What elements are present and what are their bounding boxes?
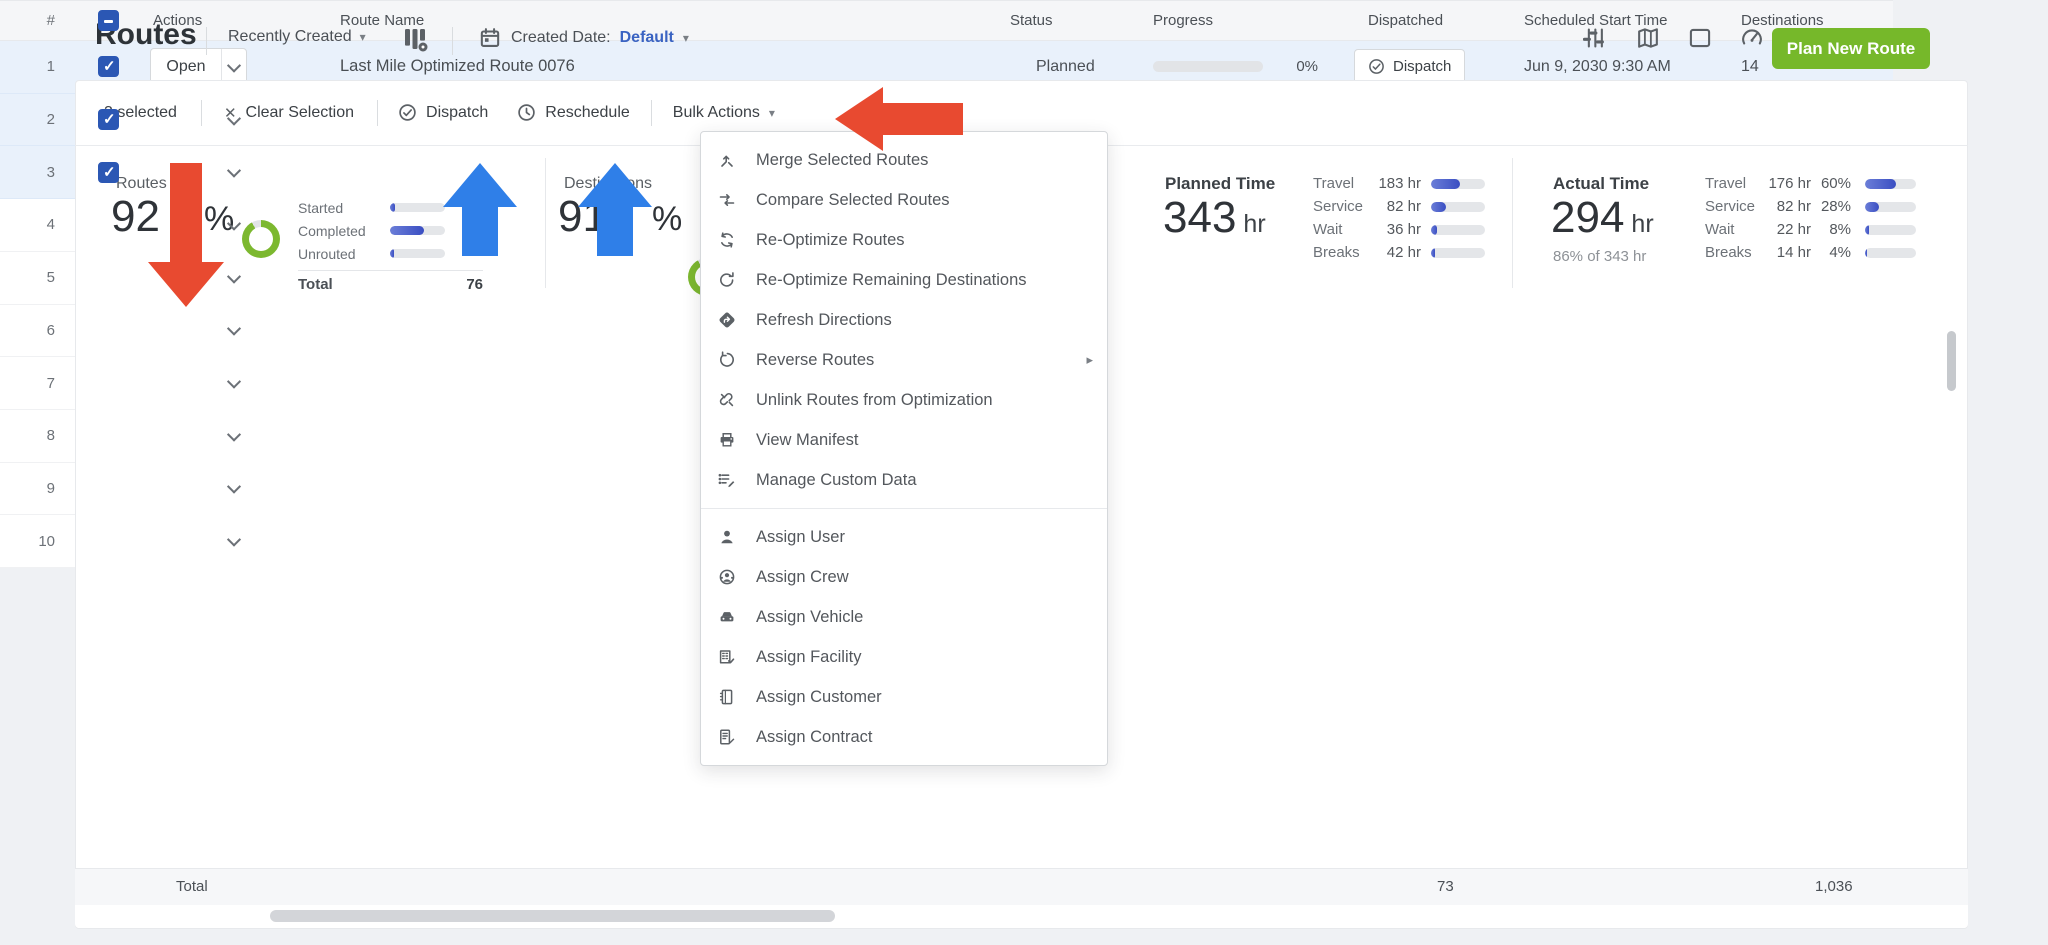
- merge-icon: [721, 155, 733, 167]
- user-icon: [721, 530, 733, 544]
- row-number: 8: [46, 427, 55, 445]
- menu-item-manage-custom-data[interactable]: Manage Custom Data: [701, 460, 1107, 500]
- submenu-caret-icon: ▸: [1086, 352, 1093, 367]
- legend-label: Started: [298, 199, 344, 216]
- row-number: 3: [46, 163, 55, 181]
- compare-icon: [719, 194, 735, 206]
- routes-stat-label: Routes: [116, 175, 167, 192]
- menu-item-unlink-routes[interactable]: Unlink Routes from Optimization: [701, 380, 1107, 420]
- column-settings-button[interactable]: [400, 24, 430, 54]
- custom-data-icon: [718, 473, 735, 488]
- total-destinations: 1,036: [1815, 878, 1853, 895]
- calendar-icon: [480, 28, 500, 47]
- clear-selection-button[interactable]: ✕ Clear Selection: [224, 104, 354, 122]
- vertical-scrollbar-thumb[interactable]: [1947, 331, 1956, 391]
- row-number: 6: [46, 321, 55, 339]
- top-header: Routes Recently Created ▾ Created Date: …: [0, 0, 2048, 80]
- panel-icon[interactable]: [1687, 25, 1713, 51]
- legend-label: Completed: [298, 222, 366, 239]
- crew-icon: [719, 569, 735, 585]
- menu-item-merge-selected-routes[interactable]: Merge Selected Routes: [701, 140, 1107, 180]
- row-checkbox[interactable]: [98, 161, 119, 183]
- created-date-filter[interactable]: Created Date: Default ▾: [478, 26, 689, 50]
- menu-item-assign-contract[interactable]: Assign Contract: [701, 717, 1107, 757]
- reschedule-button[interactable]: Reschedule: [517, 103, 630, 122]
- vehicle-icon: [720, 612, 734, 622]
- gauge-icon[interactable]: [1739, 25, 1765, 51]
- map-icon[interactable]: [1635, 25, 1661, 51]
- sort-dropdown-label: Recently Created: [228, 28, 352, 45]
- check-circle-icon: [399, 104, 416, 121]
- menu-item-view-manifest[interactable]: View Manifest: [701, 420, 1107, 460]
- menu-item-compare-selected-routes[interactable]: Compare Selected Routes: [701, 180, 1107, 220]
- created-date-value: Default: [619, 29, 674, 46]
- destinations-stat-value: 91: [558, 192, 607, 241]
- row-number: 4: [46, 216, 55, 234]
- horizontal-scrollbar-thumb[interactable]: [270, 910, 835, 922]
- divider: [377, 99, 379, 126]
- routes-stat-value: 92: [111, 192, 160, 241]
- menu-item-reverse-routes[interactable]: Reverse Routes ▸: [701, 340, 1107, 380]
- refresh-directions-icon: [719, 312, 735, 328]
- divider: [206, 27, 207, 55]
- created-date-label: Created Date:: [511, 29, 611, 46]
- chevron-down-icon: ▾: [682, 31, 689, 45]
- menu-item-assign-facility[interactable]: Assign Facility: [701, 637, 1107, 677]
- planned-time-label: Planned Time: [1165, 174, 1276, 193]
- row-number: 5: [46, 269, 55, 287]
- columns-gear-icon: [405, 29, 428, 52]
- actual-time-value: 294 hr: [1551, 193, 1654, 242]
- clock-icon: [518, 104, 535, 121]
- divider: [452, 27, 453, 55]
- select-all-checkbox[interactable]: [98, 10, 119, 31]
- routes-total-value: 76: [466, 276, 483, 293]
- actual-time-subtitle: 86% of 343 hr: [1553, 248, 1647, 265]
- table-total-row: Total 73 1,036: [75, 868, 1968, 905]
- divider: [545, 158, 546, 288]
- contract-icon: [720, 729, 735, 745]
- total-label: Total: [176, 878, 208, 895]
- customer-icon: [719, 689, 733, 705]
- menu-item-refresh-directions[interactable]: Refresh Directions: [701, 300, 1107, 340]
- dispatch-button[interactable]: Dispatch: [398, 103, 488, 122]
- divider: [1512, 158, 1513, 288]
- row-number: 10: [38, 532, 55, 550]
- divider: [650, 99, 652, 126]
- legend-label: Unrouted: [298, 245, 356, 262]
- horizontal-scrollbar[interactable]: [75, 905, 1968, 928]
- destinations-stat-label: Destinations: [564, 175, 653, 192]
- routes-donut: [242, 220, 280, 258]
- planned-time-value: 343 hr: [1163, 193, 1266, 242]
- filters-icon[interactable]: [1583, 25, 1609, 51]
- reoptimize-remaining-icon: [720, 272, 734, 287]
- destinations-stat-unit: %: [652, 200, 683, 238]
- menu-item-assign-user[interactable]: Assign User: [701, 517, 1107, 557]
- bulk-actions-button[interactable]: Bulk Actions ▾: [673, 104, 775, 122]
- bulk-actions-menu: Merge Selected Routes Compare Selected R…: [700, 131, 1108, 766]
- row-checkbox[interactable]: [98, 109, 119, 131]
- chevron-down-icon: ▾: [359, 30, 366, 44]
- menu-item-assign-crew[interactable]: Assign Crew: [701, 557, 1107, 597]
- facility-icon: [719, 650, 735, 664]
- reoptimize-icon: [721, 232, 733, 248]
- unlink-icon: [719, 393, 734, 407]
- menu-item-assign-vehicle[interactable]: Assign Vehicle: [701, 597, 1107, 637]
- menu-item-reoptimize-routes[interactable]: Re-Optimize Routes: [701, 220, 1107, 260]
- actual-time-label: Actual Time: [1553, 174, 1650, 193]
- sort-dropdown[interactable]: Recently Created ▾: [228, 28, 366, 46]
- menu-item-assign-customer[interactable]: Assign Customer: [701, 677, 1107, 717]
- row-number: 7: [46, 374, 55, 392]
- chevron-down-icon: ▾: [768, 105, 775, 120]
- routes-total-label: Total: [298, 276, 333, 293]
- menu-item-reoptimize-remaining-destinations[interactable]: Re-Optimize Remaining Destinations: [701, 260, 1107, 300]
- reverse-icon: [720, 351, 734, 367]
- row-checkbox[interactable]: [98, 56, 119, 78]
- total-dispatched: 73: [1437, 878, 1454, 895]
- divider: [200, 99, 202, 126]
- plan-new-route-button[interactable]: Plan New Route: [1772, 28, 1930, 69]
- printer-icon: [720, 433, 734, 447]
- row-number: 9: [46, 479, 55, 497]
- menu-divider: [701, 508, 1107, 509]
- row-number: 2: [46, 111, 55, 129]
